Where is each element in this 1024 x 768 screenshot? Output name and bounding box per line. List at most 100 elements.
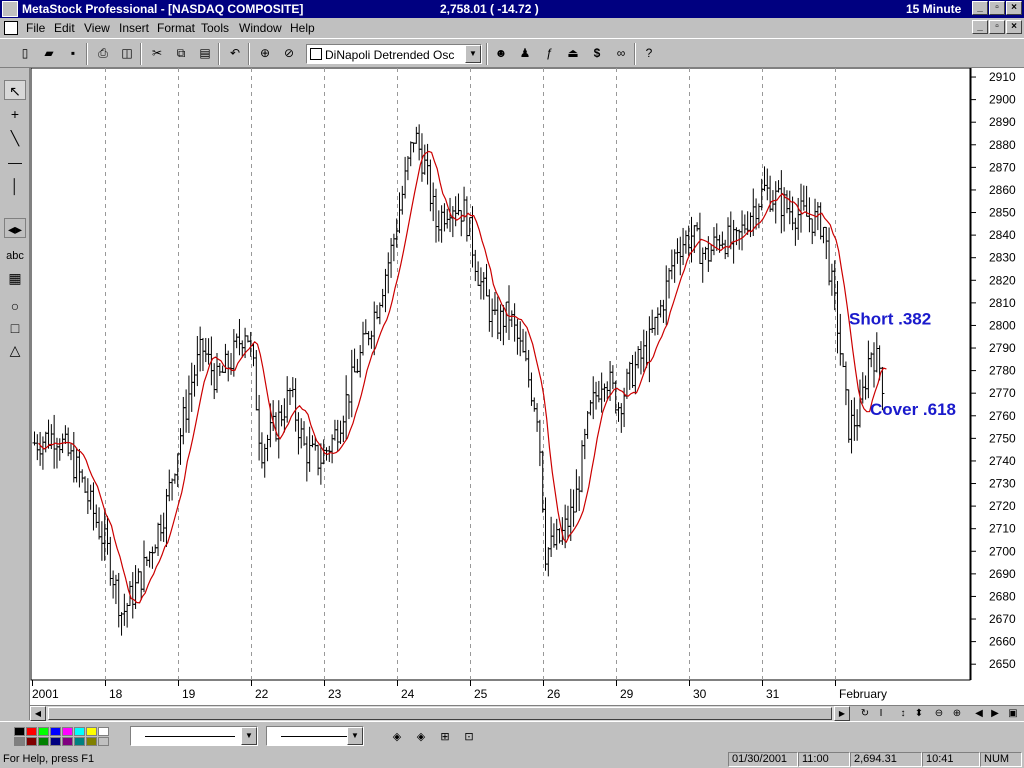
color-swatch[interactable]	[26, 737, 37, 746]
horizontal-line-tool-icon[interactable]: —	[4, 152, 26, 172]
color-swatch[interactable]	[74, 727, 85, 736]
ellipse-tool-icon[interactable]: ○	[4, 296, 26, 316]
undo-icon[interactable]: ↶	[226, 44, 244, 62]
scroll-split-icon[interactable]: ◂▸	[4, 218, 26, 238]
color-swatch[interactable]	[50, 727, 61, 736]
color-swatch[interactable]	[50, 737, 61, 746]
background-icon[interactable]: ⊞	[436, 728, 454, 746]
zoom-icon[interactable]: ⊘	[280, 44, 298, 62]
color-swatch[interactable]	[38, 727, 49, 736]
color-palette[interactable]	[14, 727, 112, 747]
grid-tool-icon[interactable]: ▦	[4, 268, 26, 288]
y-tick-label: 2720	[989, 499, 1016, 513]
color-swatch[interactable]	[14, 727, 25, 736]
vertical-line-tool-icon[interactable]: │	[4, 176, 26, 196]
chevron-down-icon[interactable]: ▼	[241, 727, 257, 745]
pointer-icon[interactable]: ↖	[4, 80, 26, 100]
color-swatch[interactable]	[62, 727, 73, 736]
menu-edit[interactable]: Edit	[54, 21, 75, 35]
formula-icon[interactable]: ƒ	[540, 44, 558, 62]
menu-insert[interactable]: Insert	[119, 21, 149, 35]
cut-icon[interactable]: ✂	[148, 44, 166, 62]
doc-restore-button[interactable]: ▫	[989, 20, 1005, 34]
zoom-in-icon[interactable]: ⊕	[950, 707, 964, 721]
print-icon[interactable]: ⎙	[94, 44, 112, 62]
menu-window[interactable]: Window	[239, 21, 282, 35]
minimize-button[interactable]: _	[972, 1, 988, 15]
cursor-bar-icon[interactable]: I	[874, 707, 888, 721]
indicator-select[interactable]: DiNapoli Detrended Osc ▼	[306, 44, 482, 64]
price-chart[interactable]: 2910 2900 2890 2880 2870 2860 2850 2840 2830 2820…	[30, 68, 1024, 705]
scroll-right-arrow-icon[interactable]: ▶	[834, 706, 850, 721]
chevron-down-icon[interactable]: ▼	[465, 45, 481, 63]
x-tick-label: 2001	[32, 687, 59, 701]
y-tick-label: 2710	[989, 522, 1016, 536]
maximize-button[interactable]: ▫	[989, 1, 1005, 15]
expert-advisor-icon[interactable]: ♟	[516, 44, 534, 62]
save-icon[interactable]: ▪	[64, 44, 82, 62]
color-swatch[interactable]	[98, 727, 109, 736]
color-swatch[interactable]	[98, 737, 109, 746]
triangle-tool-icon[interactable]: △	[4, 340, 26, 360]
document-icon[interactable]	[4, 21, 18, 35]
x-tick-label: 22	[255, 687, 269, 701]
help-pointer-icon[interactable]: ?	[640, 44, 658, 62]
properties-icon[interactable]: ◈	[388, 728, 406, 746]
dollar-icon[interactable]: $	[588, 44, 606, 62]
horizontal-scrollbar[interactable]: ◀ ▶	[30, 705, 850, 721]
binoculars-icon[interactable]: ∞	[612, 44, 630, 62]
print-preview-icon[interactable]: ◫	[118, 44, 136, 62]
crosshair-tool-icon[interactable]: +	[4, 104, 26, 124]
resize-both-icon[interactable]: ⬍	[912, 707, 926, 721]
resize-vertical-icon[interactable]: ↕	[896, 707, 910, 721]
status-date: 01/30/2001	[728, 752, 798, 767]
color-swatch[interactable]	[62, 737, 73, 746]
crosshair-icon[interactable]: ⊕	[256, 44, 274, 62]
color-swatch[interactable]	[86, 727, 97, 736]
line-weight-preview	[281, 736, 347, 737]
rectangle-tool-icon[interactable]: □	[4, 318, 26, 338]
color-swatch[interactable]	[38, 737, 49, 746]
chevron-down-icon[interactable]: ▼	[347, 727, 363, 745]
chart-area[interactable]: 2910 2900 2890 2880 2870 2860 2850 2840 2830 2820…	[30, 68, 1024, 706]
indicator-builder-icon[interactable]: ⏏	[564, 44, 582, 62]
close-button[interactable]: ×	[1006, 1, 1022, 15]
y-tick-label: 2730	[989, 477, 1016, 491]
x-tick-label: 19	[182, 687, 196, 701]
restore-icon[interactable]: ▣	[1006, 707, 1020, 721]
y-tick-label: 2890	[989, 115, 1016, 129]
scroll-left-arrow-icon[interactable]: ◀	[30, 706, 46, 721]
gridlines-icon[interactable]: ⊡	[460, 728, 478, 746]
y-tick-label: 2780	[989, 364, 1016, 378]
menu-help[interactable]: Help	[290, 21, 315, 35]
menu-tools[interactable]: Tools	[201, 21, 229, 35]
new-icon[interactable]: ▯	[16, 44, 34, 62]
y-tick-label: 2760	[989, 409, 1016, 423]
menu-file[interactable]: File	[26, 21, 45, 35]
color-swatch[interactable]	[74, 737, 85, 746]
copy-icon[interactable]: ⧉	[172, 44, 190, 62]
color-swatch[interactable]	[86, 737, 97, 746]
open-icon[interactable]: ▰	[40, 44, 58, 62]
doc-close-button[interactable]: ×	[1006, 20, 1022, 34]
paste-icon[interactable]: ▤	[196, 44, 214, 62]
properties2-icon[interactable]: ◈	[412, 728, 430, 746]
menu-view[interactable]: View	[84, 21, 110, 35]
scroll-left-icon[interactable]: ◀	[972, 707, 986, 721]
trendline-tool-icon[interactable]: ╲	[4, 128, 26, 148]
doc-minimize-button[interactable]: _	[972, 20, 988, 34]
zoom-out-icon[interactable]: ⊖	[932, 707, 946, 721]
scroll-right-icon[interactable]: ▶	[988, 707, 1002, 721]
expert-icon[interactable]: ☻	[492, 44, 510, 62]
menu-format[interactable]: Format	[157, 21, 195, 35]
text-tool-icon[interactable]: abc	[4, 246, 26, 266]
refresh-icon[interactable]: ↻	[858, 707, 872, 721]
line-style-select[interactable]: ▼	[130, 726, 258, 746]
color-swatch[interactable]	[14, 737, 25, 746]
app-icon[interactable]	[2, 1, 18, 17]
color-swatch[interactable]	[26, 727, 37, 736]
scroll-thumb[interactable]	[48, 707, 832, 720]
y-tick-label: 2910	[989, 70, 1016, 84]
y-tick-label: 2820	[989, 273, 1016, 287]
line-weight-select[interactable]: ▼	[266, 726, 364, 746]
